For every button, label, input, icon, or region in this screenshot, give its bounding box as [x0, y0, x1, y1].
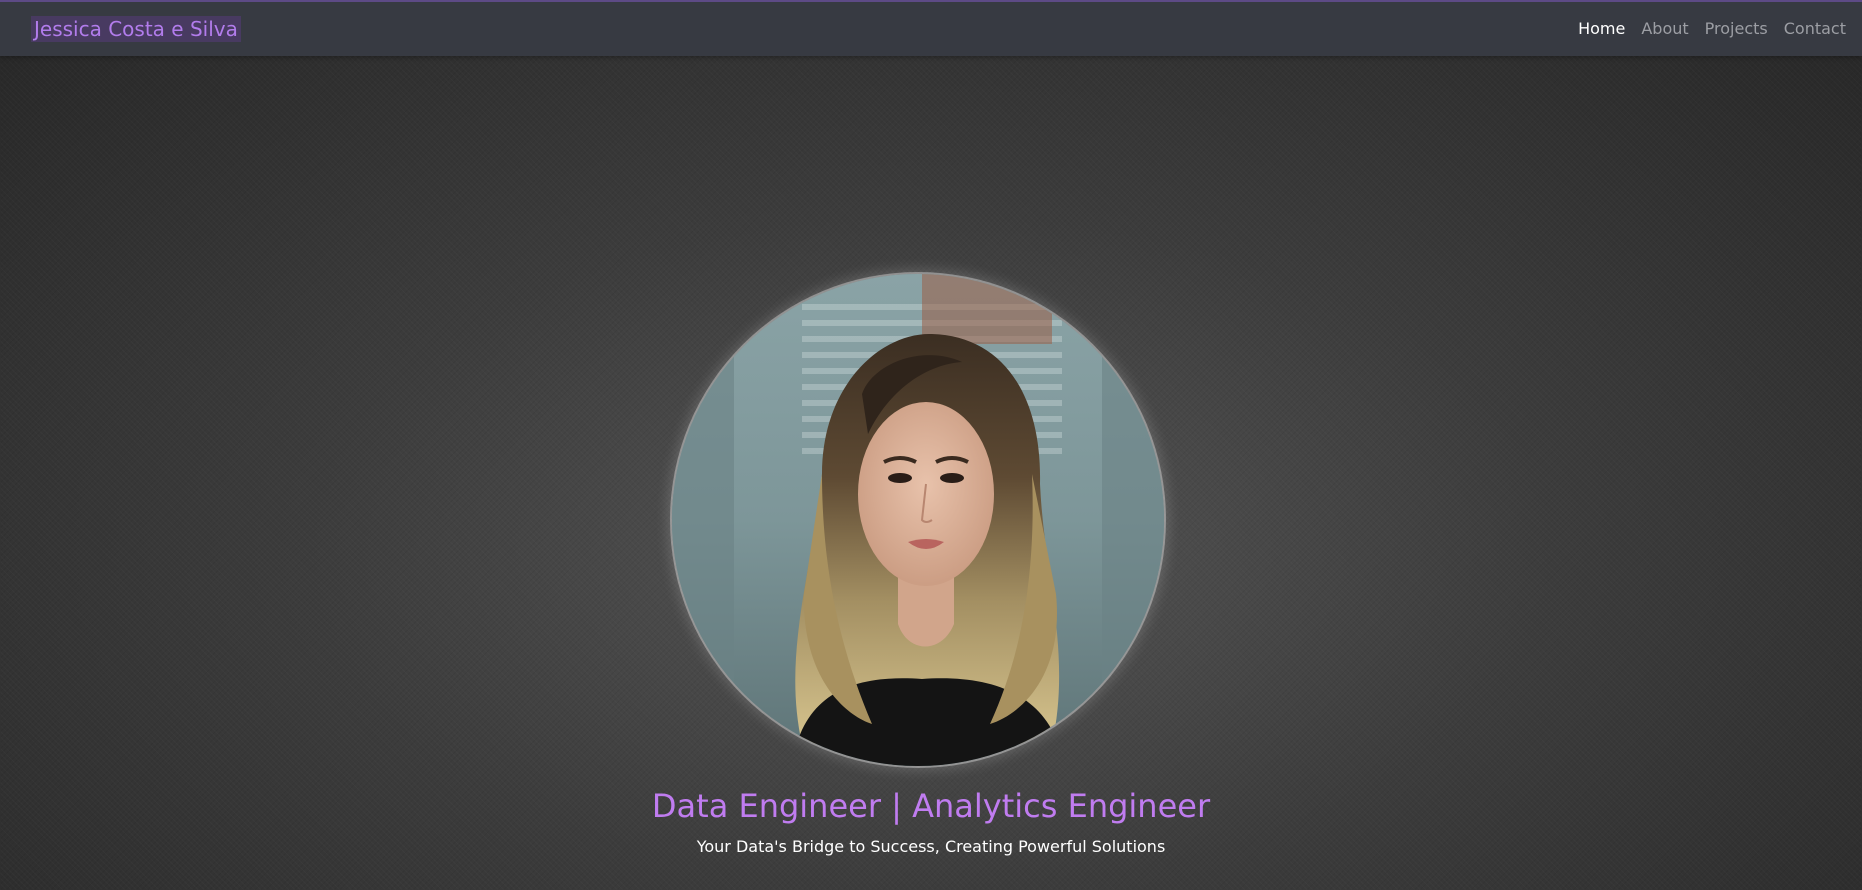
nav-link-about[interactable]: About	[1641, 18, 1688, 40]
nav-link-home[interactable]: Home	[1578, 18, 1625, 40]
profile-photo	[672, 274, 1164, 766]
nav-links: Home About Projects Contact	[1578, 18, 1846, 40]
profile-portrait-image	[672, 274, 1164, 766]
hero-tagline: Your Data's Bridge to Success, Creating …	[696, 837, 1166, 856]
hero-headline: Data Engineer | Analytics Engineer	[651, 787, 1211, 825]
hero-section: Data Engineer | Analytics Engineer Your …	[0, 56, 1862, 890]
nav-link-projects[interactable]: Projects	[1705, 18, 1768, 40]
navbar: Jessica Costa e Silva Home About Project…	[0, 0, 1862, 56]
brand-link[interactable]: Jessica Costa e Silva	[31, 16, 241, 42]
nav-link-contact[interactable]: Contact	[1784, 18, 1846, 40]
